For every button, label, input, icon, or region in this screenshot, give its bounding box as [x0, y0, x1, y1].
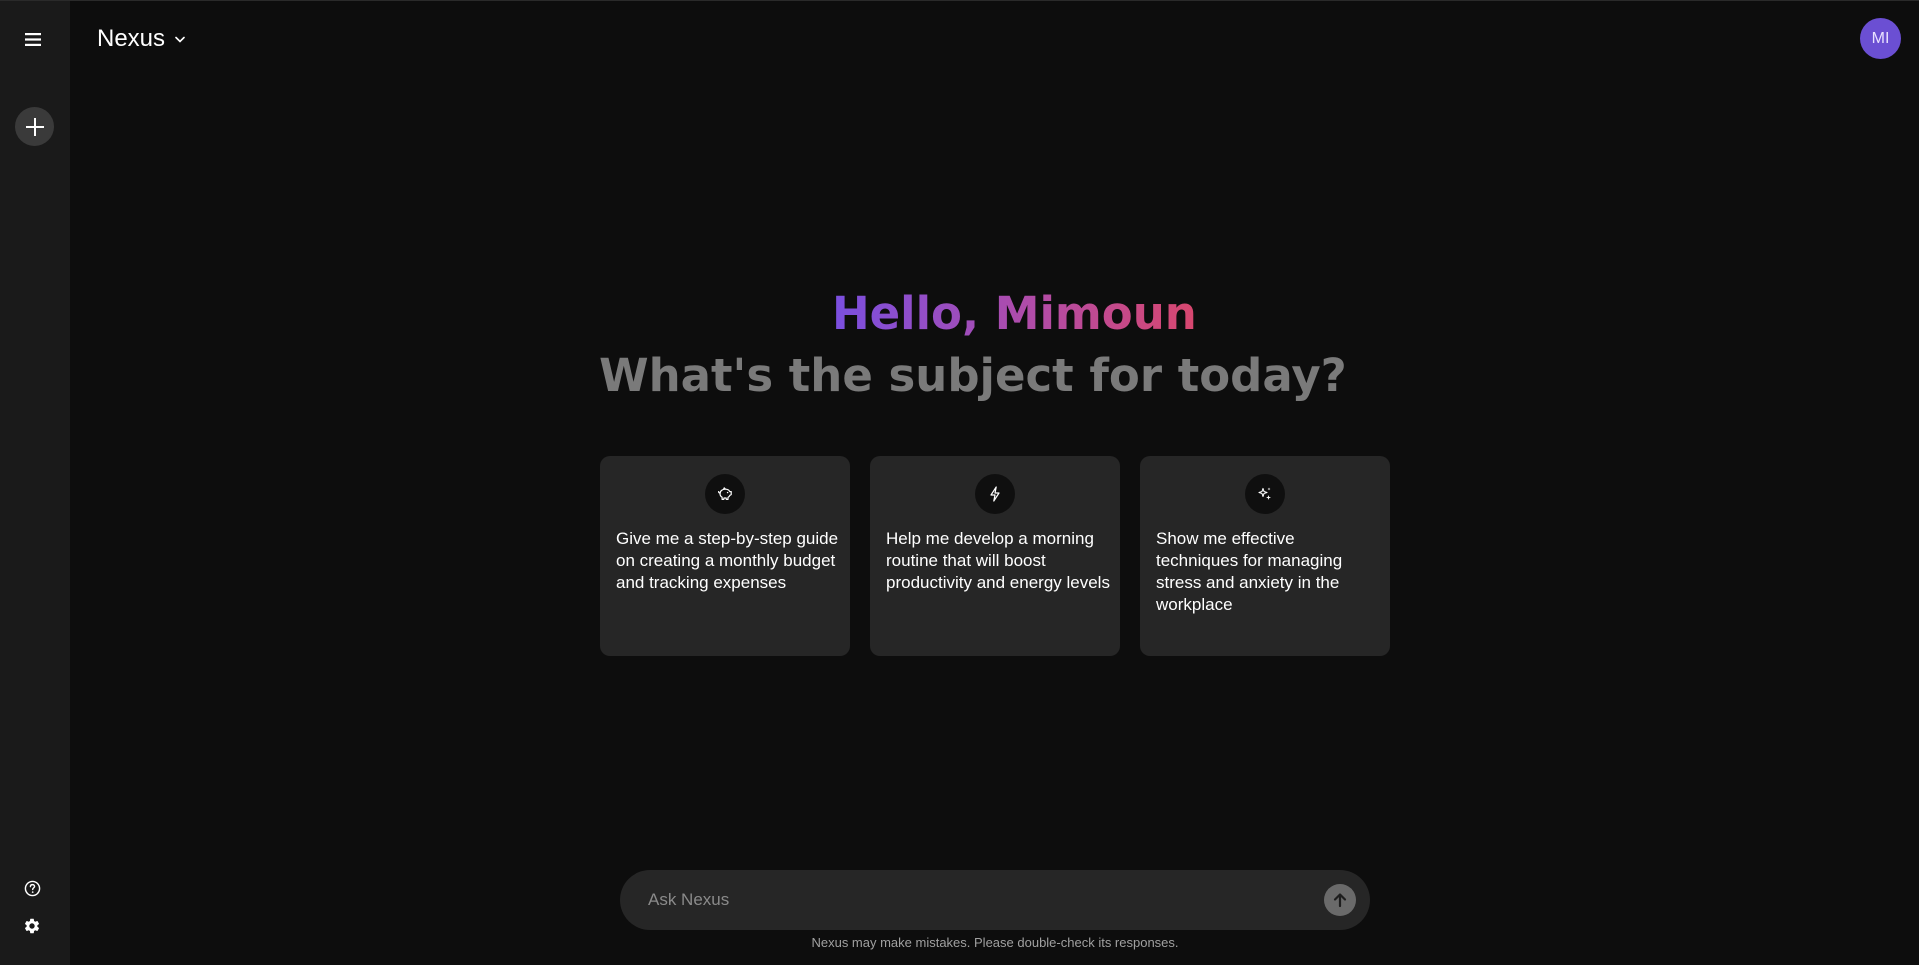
settings-button[interactable] — [21, 915, 43, 937]
card-text: Help me develop a morning routine that w… — [886, 529, 1110, 592]
sidebar — [0, 1, 70, 965]
model-name: Nexus — [97, 25, 166, 52]
gear-icon — [24, 918, 40, 934]
chevron-down-icon — [175, 36, 185, 43]
greeting-subject: What's the subject for today? — [599, 349, 1347, 402]
lightning-icon — [990, 486, 1000, 502]
piggy-bank-icon — [718, 487, 732, 500]
hamburger-menu-icon — [25, 32, 41, 46]
card-icon-wrapper — [975, 474, 1015, 514]
card-icon-wrapper — [1245, 474, 1285, 514]
chat-input-bar — [620, 870, 1370, 930]
plus-icon — [25, 117, 44, 136]
card-icon-wrapper — [705, 474, 745, 514]
suggestion-card-stress[interactable]: Show me effective techniques for managin… — [1140, 456, 1390, 656]
disclaimer-text: Nexus may make mistakes. Please double-c… — [811, 935, 1179, 950]
help-button[interactable] — [21, 877, 43, 899]
sparkles-icon — [1258, 487, 1271, 500]
send-button[interactable] — [1324, 884, 1356, 916]
card-text: Show me effective techniques for managin… — [1156, 529, 1343, 614]
greeting-hello: Hello, Mimoun — [832, 287, 1197, 340]
help-circle-icon — [24, 880, 40, 896]
app-window: Nexus MI Hello, Mimoun What's the subjec… — [0, 0, 1919, 965]
model-selector[interactable]: Nexus — [97, 23, 185, 55]
card-text: Give me a step-by-step guide on creating… — [616, 529, 839, 592]
chat-input[interactable] — [648, 870, 1288, 930]
suggestion-card-budget[interactable]: Give me a step-by-step guide on creating… — [600, 456, 850, 656]
suggestion-card-morning-routine[interactable]: Help me develop a morning routine that w… — [870, 456, 1120, 656]
menu-button[interactable] — [17, 27, 49, 51]
arrow-up-icon — [1333, 893, 1347, 908]
user-avatar[interactable]: MI — [1860, 18, 1901, 59]
new-chat-button[interactable] — [15, 107, 54, 146]
suggestion-cards: Give me a step-by-step guide on creating… — [600, 456, 1390, 656]
